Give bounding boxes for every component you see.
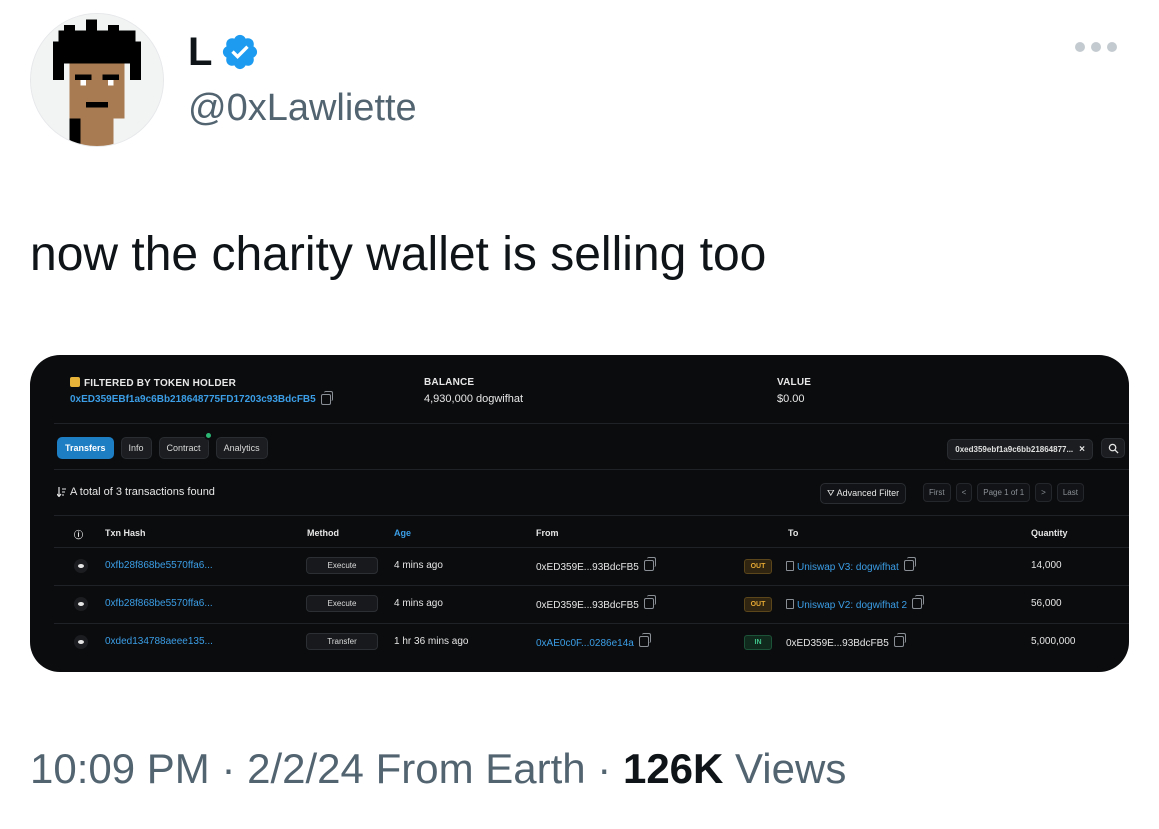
more-options-button[interactable] (1071, 38, 1121, 56)
from-address-text: 0xED359E...93BdcFB5 (536, 562, 639, 573)
method-badge: Transfer (306, 633, 378, 650)
advanced-filter-label: Advanced Filter (836, 488, 900, 498)
pagination: First < Page 1 of 1 > Last (923, 483, 1084, 502)
transaction-count: A total of 3 transactions found (57, 486, 215, 498)
tweet-location: From Earth (375, 745, 586, 792)
user-handle[interactable]: @0xLawliette (188, 86, 417, 130)
to-address-text: 0xED359E...93BdcFB5 (786, 638, 889, 649)
column-header-age[interactable]: Age (394, 528, 411, 538)
page-first-button[interactable]: First (923, 483, 951, 502)
to-address-text: Uniswap V2: dogwifhat 2 (797, 600, 908, 611)
holder-address[interactable]: 0xED359EBf1a9c6Bb218648775FD17203c93BdcF… (70, 394, 316, 405)
txn-hash-link[interactable]: 0xfb28f868be5570ffa6... (105, 560, 213, 571)
column-header-method: Method (307, 528, 339, 538)
tweet-text: now the charity wallet is selling too (30, 228, 767, 281)
filter-tag-icon (70, 377, 80, 387)
display-name[interactable]: L (188, 30, 212, 74)
attached-screenshot[interactable]: FILTERED BY TOKEN HOLDER 0xED359EBf1a9c6… (30, 355, 1129, 672)
copy-icon[interactable] (912, 595, 925, 609)
to-address[interactable]: 0xED359E...93BdcFB5 (786, 633, 906, 649)
quantity-value: 56,000 (1031, 598, 1062, 609)
tab-analytics[interactable]: Analytics (215, 437, 268, 459)
copy-icon[interactable] (903, 557, 916, 571)
value-label: VALUE (777, 377, 812, 388)
age-value: 1 hr 36 mins ago (394, 636, 469, 647)
copy-icon[interactable] (893, 633, 906, 647)
value-block: VALUE $0.00 (777, 377, 811, 405)
column-header-txn-hash: Txn Hash (105, 528, 146, 538)
divider (54, 423, 1129, 424)
advanced-filter-button[interactable]: ⛛ Advanced Filter (820, 483, 907, 504)
direction-badge-in: IN (744, 635, 772, 650)
search-icon (1108, 443, 1119, 454)
from-address[interactable]: 0xAE0c0F...0286e14a (536, 633, 651, 649)
more-icon (1075, 42, 1085, 52)
method-badge: Execute (306, 595, 378, 612)
copy-icon[interactable] (643, 595, 656, 609)
page-indicator: Page 1 of 1 (977, 483, 1031, 502)
tweet-time[interactable]: 10:09 PM (30, 745, 210, 792)
txn-hash-link[interactable]: 0xfb28f868be5570ffa6... (105, 598, 213, 609)
to-address-link[interactable]: Uniswap V3: dogwifhat (786, 557, 916, 573)
pixel-punk-avatar-icon (31, 14, 163, 146)
quantity-value: 5,000,000 (1031, 636, 1076, 647)
column-header-to: To (788, 528, 799, 538)
eye-icon[interactable] (74, 635, 88, 649)
direction-badge-out: OUT (744, 597, 772, 612)
to-address-link[interactable]: Uniswap V2: dogwifhat 2 (786, 595, 925, 611)
token-holder-filter: FILTERED BY TOKEN HOLDER 0xED359EBf1a9c6… (70, 377, 333, 405)
avatar[interactable] (30, 13, 164, 147)
copy-icon[interactable] (320, 391, 333, 405)
eye-icon[interactable] (74, 597, 88, 611)
filter-label: FILTERED BY TOKEN HOLDER (84, 378, 237, 389)
from-address[interactable]: 0xED359E...93BdcFB5 (536, 557, 656, 573)
from-address-text: 0xED359E...93BdcFB5 (536, 600, 639, 611)
tab-contract-label: Contract (166, 443, 201, 453)
close-icon[interactable]: × (1079, 444, 1085, 455)
method-badge: Execute (306, 557, 378, 574)
value-amount: $0.00 (777, 393, 805, 405)
total-text: A total of 3 transactions found (70, 486, 215, 498)
copy-icon[interactable] (638, 633, 651, 647)
filter-icon: ⛛ (827, 488, 835, 498)
page-last-button[interactable]: Last (1056, 483, 1084, 502)
age-value: 4 mins ago (394, 560, 443, 571)
to-address-text: Uniswap V3: dogwifhat (797, 562, 899, 573)
txn-hash-link[interactable]: 0xded134788aeee135... (105, 636, 213, 647)
tweet-meta: 10:09 PM · 2/2/24 From Earth · 126K View… (30, 745, 847, 792)
page-next-button[interactable]: > (1035, 483, 1052, 502)
views-label: Views (735, 745, 847, 792)
direction-badge-out: OUT (744, 559, 772, 574)
balance-block: BALANCE 4,930,000 dogwifhat (424, 377, 523, 405)
sort-icon (57, 487, 66, 497)
balance-value: 4,930,000 dogwifhat (424, 393, 524, 405)
balance-label: BALANCE (424, 377, 475, 388)
contract-icon (786, 561, 794, 571)
address-filter-chip[interactable]: 0xed359ebf1a9c6bb21864877... × (947, 439, 1093, 460)
from-address[interactable]: 0xED359E...93BdcFB5 (536, 595, 656, 611)
filter-chip-text: 0xed359ebf1a9c6bb21864877... (955, 445, 1074, 454)
views-count: 126K (622, 745, 724, 792)
tab-transfers[interactable]: Transfers (57, 437, 114, 459)
from-address-text: 0xAE0c0F...0286e14a (536, 638, 634, 649)
verified-badge-icon (223, 34, 258, 70)
contract-icon (786, 599, 794, 609)
eye-icon[interactable] (74, 559, 88, 573)
tab-contract[interactable]: Contract (158, 431, 213, 459)
quantity-value: 14,000 (1031, 560, 1062, 571)
tweet-date[interactable]: 2/2/24 (247, 745, 364, 792)
tab-info[interactable]: Info (120, 437, 152, 459)
column-header-from: From (536, 528, 559, 538)
age-value: 4 mins ago (394, 598, 443, 609)
tab-bar: Transfers Info Contract Analytics (57, 431, 268, 459)
copy-icon[interactable] (643, 557, 656, 571)
column-header-quantity: Quantity (1031, 528, 1068, 538)
help-icon: ⓘ (74, 530, 84, 540)
verified-dot-icon (203, 431, 213, 440)
search-button[interactable] (1101, 438, 1125, 458)
page-prev-button[interactable]: < (955, 483, 973, 502)
